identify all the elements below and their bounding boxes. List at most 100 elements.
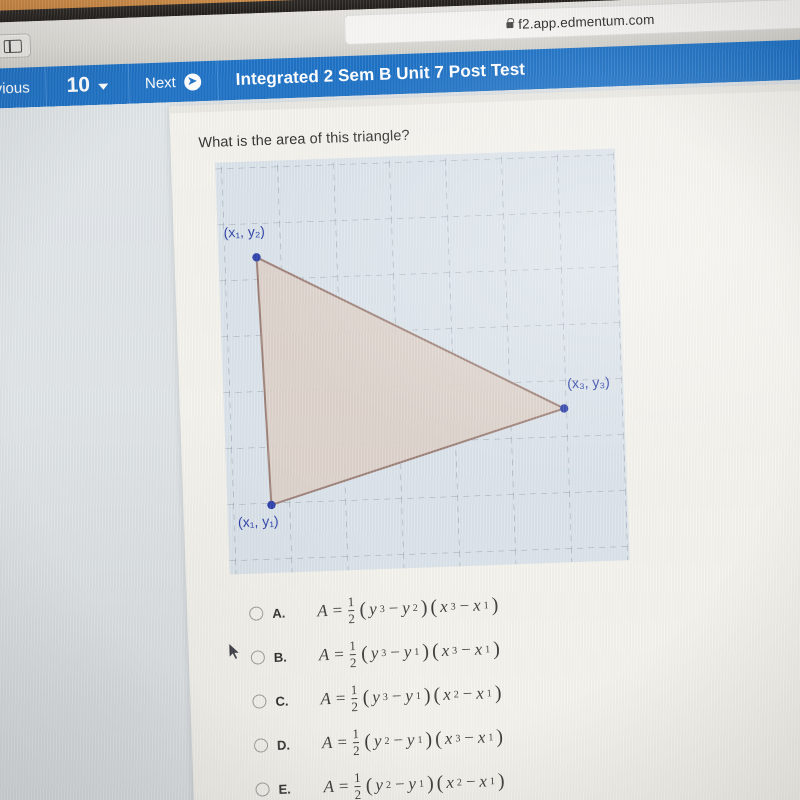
sidebar-toggle-icon bbox=[3, 39, 23, 53]
next-label: Next bbox=[144, 73, 177, 92]
radio-button-e[interactable] bbox=[255, 782, 270, 797]
option-formula-c: A = 1 2 ( y3 − y1 ) ( x2 − x 1) bbox=[320, 678, 502, 714]
minus-1: − bbox=[390, 686, 403, 706]
y-first-sub: 2 bbox=[385, 779, 392, 791]
minus-2: − bbox=[458, 595, 471, 616]
vertex-label-top-left: (x₁, y₂) bbox=[223, 223, 266, 241]
sidebar-toggle-button[interactable] bbox=[0, 33, 32, 59]
x-second-sub: 1 bbox=[483, 599, 489, 611]
formula-lhs: A = bbox=[318, 644, 345, 665]
x-second: x bbox=[475, 683, 485, 703]
question-card: What is the area of this triangle? (x₁, … bbox=[169, 81, 800, 800]
close-paren-2: ) bbox=[491, 593, 499, 616]
minus-1: − bbox=[388, 642, 402, 662]
fraction-denominator: 2 bbox=[351, 697, 359, 714]
question-prompt: What is the area of this triangle? bbox=[198, 127, 410, 152]
x-second-sub: 1 bbox=[488, 731, 494, 743]
fraction-numerator: 1 bbox=[353, 769, 361, 786]
y-first-sub: 3 bbox=[379, 603, 385, 615]
option-letter-c: C. bbox=[275, 692, 289, 709]
y-second: y bbox=[406, 729, 415, 750]
close-paren-1: ) bbox=[425, 727, 433, 751]
left-rail bbox=[0, 102, 196, 800]
option-formula-d: A = 1 2 ( y2 − y1 ) ( x3 − x 1) bbox=[321, 722, 504, 758]
y-second-sub: 1 bbox=[414, 646, 420, 658]
previous-label: evious bbox=[0, 78, 30, 98]
close-paren-1: ) bbox=[421, 639, 430, 663]
radio-button-a[interactable] bbox=[249, 606, 264, 621]
vertex-label-bottom-left: (x₁, y₁) bbox=[237, 512, 279, 531]
mouse-cursor bbox=[228, 642, 241, 660]
open-paren-2: ( bbox=[433, 683, 441, 706]
x-second: x bbox=[474, 639, 483, 659]
open-paren-1: ( bbox=[363, 730, 372, 753]
one-half-fraction: 1 2 bbox=[350, 681, 359, 714]
graph-svg bbox=[215, 148, 630, 575]
y-second: y bbox=[403, 642, 412, 662]
x-first: x bbox=[439, 596, 448, 616]
fraction-denominator: 2 bbox=[354, 785, 362, 800]
fraction-denominator: 2 bbox=[348, 609, 356, 626]
radio-button-b[interactable] bbox=[250, 650, 266, 665]
previous-button[interactable]: evious bbox=[0, 66, 48, 110]
option-formula-a: A = 1 2 ( y3 − y2 ) ( x3 − x 1) bbox=[317, 590, 499, 626]
close-paren-2: ) bbox=[497, 769, 505, 792]
y-first-sub: 2 bbox=[384, 735, 390, 747]
y-second-sub: 1 bbox=[415, 690, 422, 702]
next-button[interactable]: Next ➤ bbox=[128, 60, 219, 104]
one-half-fraction: 1 2 bbox=[349, 638, 357, 670]
close-paren-2: ) bbox=[495, 725, 504, 748]
y-second-sub: 1 bbox=[417, 734, 423, 746]
radio-button-d[interactable] bbox=[253, 738, 269, 753]
y-second: y bbox=[408, 773, 417, 794]
y-first: y bbox=[370, 643, 379, 663]
minus-2: − bbox=[462, 727, 476, 748]
one-half-fraction: 1 2 bbox=[347, 594, 356, 626]
open-paren-2: ( bbox=[434, 727, 443, 750]
x-second-sub: 1 bbox=[489, 775, 496, 787]
option-letter-a: A. bbox=[272, 605, 286, 621]
x-first-sub: 2 bbox=[456, 776, 463, 788]
fraction-denominator: 2 bbox=[349, 653, 357, 670]
x-second: x bbox=[479, 771, 488, 791]
fraction-numerator: 1 bbox=[350, 681, 358, 698]
vertex-label-right: (x₃, y₃) bbox=[566, 373, 611, 392]
open-paren-1: ( bbox=[365, 774, 373, 797]
minus-2: − bbox=[461, 683, 474, 704]
chevron-down-icon bbox=[97, 83, 109, 90]
formula-lhs: A = bbox=[316, 600, 344, 621]
x-second: x bbox=[477, 727, 486, 747]
question-number-dropdown[interactable]: 10 bbox=[45, 63, 130, 107]
y-first: y bbox=[373, 731, 382, 751]
arrow-right-circle-icon: ➤ bbox=[183, 72, 202, 91]
minus-1: − bbox=[392, 730, 405, 750]
x-first-sub: 3 bbox=[455, 732, 461, 745]
option-formula-e: A = 1 2 ( y2 − y1 ) ( x2 − x 1) bbox=[323, 766, 505, 800]
open-paren-1: ( bbox=[359, 598, 367, 621]
y-first-sub: 3 bbox=[381, 647, 387, 659]
x-first: x bbox=[444, 728, 453, 748]
fraction-numerator: 1 bbox=[352, 725, 360, 742]
x-first: x bbox=[442, 684, 452, 704]
formula-lhs: A = bbox=[321, 732, 349, 753]
y-second-sub: 2 bbox=[412, 602, 418, 614]
minus-1: − bbox=[387, 598, 400, 618]
option-letter-e: E. bbox=[278, 780, 292, 797]
minus-2: − bbox=[459, 639, 472, 660]
browser-window: f2.app.edmentum.com evious 10 Next ➤ Int… bbox=[0, 0, 800, 800]
radio-button-c[interactable] bbox=[252, 694, 267, 709]
open-paren-1: ( bbox=[362, 686, 370, 709]
address-bar[interactable]: f2.app.edmentum.com bbox=[343, 0, 800, 46]
x-first-sub: 3 bbox=[450, 600, 456, 613]
formula-lhs: A = bbox=[323, 776, 350, 797]
one-half-fraction: 1 2 bbox=[352, 725, 360, 758]
x-second-sub: 1 bbox=[484, 643, 491, 655]
url-text: f2.app.edmentum.com bbox=[517, 11, 655, 32]
fraction-numerator: 1 bbox=[347, 594, 355, 610]
x-first-sub: 2 bbox=[453, 688, 459, 701]
close-paren-2: ) bbox=[494, 681, 502, 704]
open-paren-1: ( bbox=[360, 642, 369, 665]
close-paren-1: ) bbox=[423, 683, 431, 707]
x-first: x bbox=[441, 640, 450, 660]
y-second: y bbox=[404, 686, 414, 706]
